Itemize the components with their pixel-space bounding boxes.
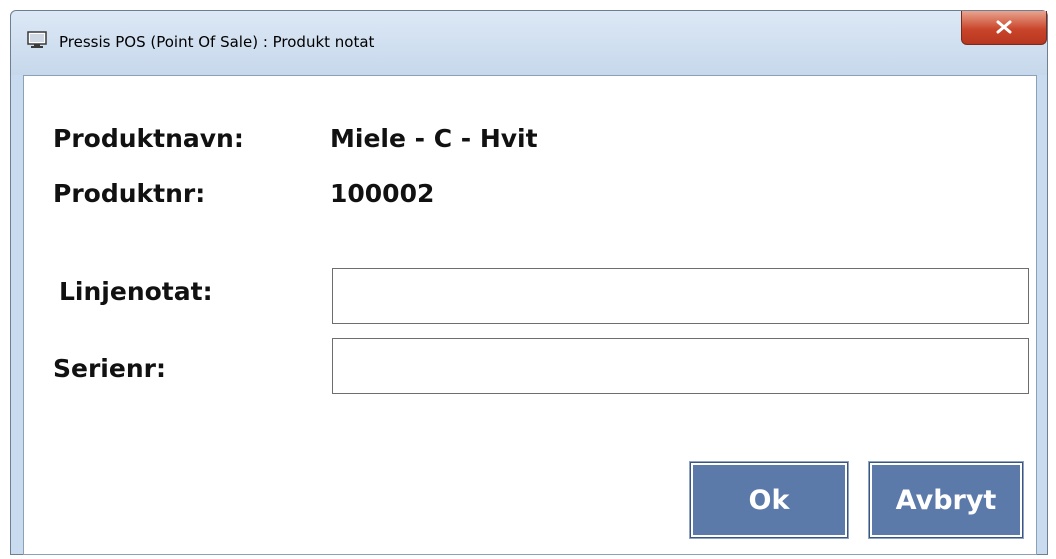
line-note-label: Linjenotat: [59, 277, 213, 306]
product-name-label: Produktnavn: [53, 124, 244, 153]
product-name-value: Miele - C - Hvit [330, 124, 538, 153]
cancel-button[interactable]: Avbryt [869, 462, 1023, 538]
serial-label: Serienr: [53, 354, 166, 383]
close-button[interactable] [961, 11, 1047, 45]
window-title: Pressis POS (Point Of Sale) : Produkt no… [59, 33, 375, 51]
serial-input[interactable] [332, 338, 1029, 394]
monitor-icon [27, 31, 47, 49]
ok-button-label: Ok [748, 484, 790, 516]
ok-button[interactable]: Ok [690, 462, 848, 538]
product-number-label: Produktnr: [53, 179, 206, 208]
product-number-value: 100002 [330, 179, 435, 208]
line-note-input[interactable] [332, 268, 1029, 324]
dialog-content: Produktnavn: Miele - C - Hvit Produktnr:… [23, 75, 1037, 555]
dialog-window: Pressis POS (Point Of Sale) : Produkt no… [10, 10, 1048, 555]
cancel-button-label: Avbryt [895, 484, 997, 516]
title-bar[interactable]: Pressis POS (Point Of Sale) : Produkt no… [11, 11, 1047, 75]
close-icon [996, 20, 1012, 34]
